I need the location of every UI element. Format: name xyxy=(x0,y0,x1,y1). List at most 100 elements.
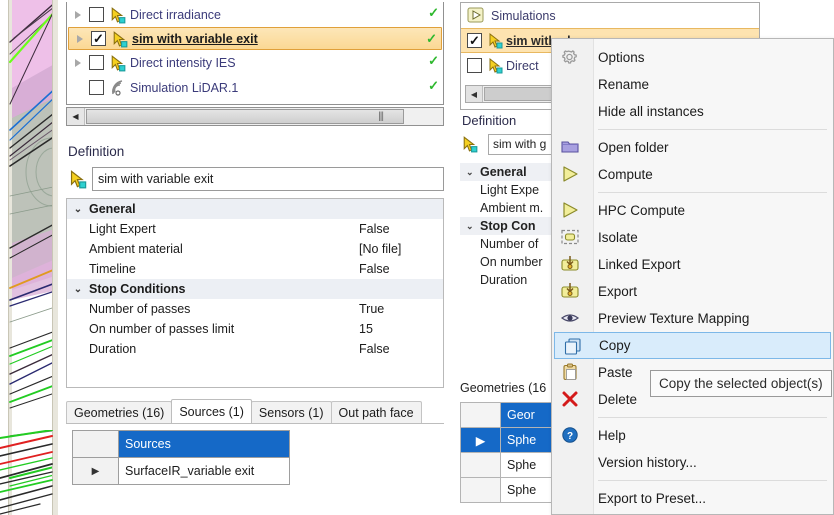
tree-checkbox[interactable] xyxy=(89,7,104,22)
property-group-general[interactable]: ⌄ General xyxy=(67,199,443,219)
bg-checkbox[interactable] xyxy=(467,58,482,73)
tree-item-sim-with-variable-exit[interactable]: ✓ sim with variable exit ✓ xyxy=(68,27,442,50)
menu-item-hpc-compute[interactable]: HPC Compute xyxy=(552,197,833,224)
table-row[interactable]: ▶ SurfaceIR_variable exit xyxy=(73,458,290,485)
status-check-icon: ✓ xyxy=(428,53,439,68)
menu-item-label: Help xyxy=(598,428,626,443)
property-row-ambient-material[interactable]: Ambient material [No file] xyxy=(67,239,443,259)
tree-item-label: Direct irradiance xyxy=(130,7,222,22)
tab-geometries[interactable]: Geometries (16) xyxy=(66,401,173,423)
paste-icon xyxy=(560,363,582,382)
tooltip-copy-description: Copy the selected object(s) xyxy=(650,370,832,397)
menu-item-label: Preview Texture Mapping xyxy=(598,311,750,326)
context-menu[interactable]: Options Rename Hide all instances Open f… xyxy=(551,38,834,515)
table-header-row: Sources xyxy=(73,431,290,458)
menu-item-export[interactable]: Export xyxy=(552,278,833,305)
tree-item-simulation-lidar-1[interactable]: Simulation LiDAR.1 ✓ xyxy=(67,75,443,100)
folder-icon xyxy=(560,138,582,157)
bg-tree-item-simulations[interactable]: Simulations xyxy=(461,3,759,28)
bg-property-name: Number of xyxy=(480,237,539,251)
property-name: Light Expert xyxy=(89,222,156,236)
bg-property-name: General xyxy=(480,165,527,179)
definition-title: Definition xyxy=(68,144,125,159)
tree-item-direct-irradiance[interactable]: Direct irradiance ✓ xyxy=(67,2,443,27)
menu-item-preview-texture-mapping[interactable]: Preview Texture Mapping xyxy=(552,305,833,332)
tree-item-label: Direct intensity IES xyxy=(130,55,236,70)
menu-item-linked-export[interactable]: Linked Export xyxy=(552,251,833,278)
definition-name-input[interactable]: sim with variable exit xyxy=(92,167,444,191)
play-icon xyxy=(560,201,582,220)
menu-item-export-to-preset[interactable]: Export to Preset... xyxy=(552,485,833,512)
scroll-grip: ||| xyxy=(378,111,384,122)
copy-icon xyxy=(563,337,585,356)
simulation-tree[interactable]: Direct irradiance ✓ ✓ sim with variable … xyxy=(66,2,444,105)
viewport-lower-rays xyxy=(0,430,53,515)
simulation-cursor-icon xyxy=(108,6,128,24)
chevron-down-icon[interactable]: ⌄ xyxy=(466,221,480,232)
simulation-cursor-icon xyxy=(486,32,506,49)
simulation-cursor-icon xyxy=(486,57,506,74)
scroll-left-arrow-icon[interactable]: ◀ xyxy=(67,108,85,125)
row-selector-icon[interactable]: ▶ xyxy=(73,458,119,485)
expand-twisty-icon[interactable] xyxy=(69,34,91,43)
row-selector-icon[interactable]: ▶ xyxy=(461,428,501,453)
tree-item-direct-intensity-ies[interactable]: Direct intensity IES ✓ xyxy=(67,50,443,75)
eye-icon xyxy=(560,309,582,328)
menu-item-options[interactable]: Options xyxy=(552,44,833,71)
menu-item-help[interactable]: ? Help xyxy=(552,422,833,449)
bg-checkbox[interactable]: ✓ xyxy=(467,33,482,48)
property-row-light-expert[interactable]: Light Expert False xyxy=(67,219,443,239)
menu-item-copy[interactable]: Copy xyxy=(554,332,831,359)
property-value[interactable]: False xyxy=(359,262,443,276)
property-group-stop-conditions[interactable]: ⌄ Stop Conditions xyxy=(67,279,443,299)
menu-item-label: Rename xyxy=(598,77,650,92)
folder-play-icon xyxy=(467,7,487,24)
property-value[interactable]: 15 xyxy=(359,322,443,336)
tab-out-path-face[interactable]: Out path face xyxy=(330,401,422,423)
property-value[interactable]: True xyxy=(359,302,443,316)
gear-icon xyxy=(560,48,582,67)
play-icon xyxy=(560,165,582,184)
column-header-sources[interactable]: Sources xyxy=(119,431,290,458)
property-row-on-number-of-passes-limit[interactable]: On number of passes limit 15 xyxy=(67,319,443,339)
expand-twisty-icon[interactable] xyxy=(67,10,89,19)
property-row-number-of-passes[interactable]: Number of passes True xyxy=(67,299,443,319)
tree-checkbox[interactable] xyxy=(89,80,104,95)
property-name: Number of passes xyxy=(89,302,191,316)
chevron-down-icon[interactable]: ⌄ xyxy=(466,167,480,178)
menu-separator xyxy=(598,480,827,481)
tree-checkbox[interactable] xyxy=(89,55,104,70)
tab-sensors[interactable]: Sensors (1) xyxy=(250,401,332,423)
scroll-thumb[interactable]: ||| xyxy=(86,109,404,124)
scroll-left-arrow-icon[interactable]: ◀ xyxy=(466,86,483,102)
chevron-down-icon[interactable]: ⌄ xyxy=(67,204,89,215)
property-value[interactable]: [No file] xyxy=(359,242,443,256)
tab-sources[interactable]: Sources (1) xyxy=(171,399,252,423)
expand-twisty-icon[interactable] xyxy=(67,58,89,67)
menu-item-isolate[interactable]: Isolate xyxy=(552,224,833,251)
bg-property-name: On number xyxy=(480,255,543,269)
row-selector[interactable] xyxy=(461,478,501,503)
property-value[interactable]: False xyxy=(359,342,443,356)
help-icon: ? xyxy=(560,426,582,445)
menu-item-hide-all-instances[interactable]: Hide all instances xyxy=(552,98,833,125)
property-row-timeline[interactable]: Timeline False xyxy=(67,259,443,279)
simulation-cursor-icon xyxy=(66,169,92,189)
menu-item-rename[interactable]: Rename xyxy=(552,71,833,98)
tree-checkbox[interactable]: ✓ xyxy=(91,31,106,46)
tree-horizontal-scrollbar[interactable]: ◀ ||| xyxy=(66,107,444,126)
status-check-icon: ✓ xyxy=(428,5,439,20)
menu-item-label: Compute xyxy=(598,167,653,182)
menu-item-compute[interactable]: Compute xyxy=(552,161,833,188)
lidar-wave-icon xyxy=(108,79,128,97)
menu-item-version-history[interactable]: Version history... xyxy=(552,449,833,476)
property-name: General xyxy=(89,202,136,216)
menu-item-open-folder[interactable]: Open folder xyxy=(552,134,833,161)
property-name: On number of passes limit xyxy=(89,322,235,336)
property-row-duration[interactable]: Duration False xyxy=(67,339,443,359)
status-check-icon: ✓ xyxy=(428,78,439,93)
property-value[interactable]: False xyxy=(359,222,443,236)
row-selector[interactable] xyxy=(461,453,501,478)
chevron-down-icon[interactable]: ⌄ xyxy=(67,284,89,295)
delete-x-icon xyxy=(560,390,582,409)
